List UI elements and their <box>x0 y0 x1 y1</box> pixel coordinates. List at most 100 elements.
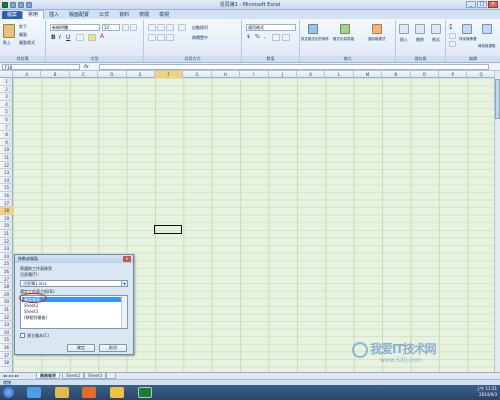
row-header[interactable]: 31 <box>0 306 13 314</box>
internet-explorer-icon[interactable] <box>27 387 41 398</box>
row-header[interactable]: 11 <box>0 154 13 162</box>
underline-icon[interactable]: U <box>66 34 70 41</box>
bold-icon[interactable]: B <box>51 34 56 41</box>
scrollbar-thumb[interactable] <box>495 79 500 119</box>
column-header[interactable]: H <box>212 71 241 78</box>
column-header[interactable]: I <box>240 71 269 78</box>
media-player-icon[interactable] <box>82 387 96 398</box>
row-header[interactable]: 23 <box>0 245 13 253</box>
chrome-icon[interactable] <box>110 387 124 398</box>
undo-icon[interactable] <box>18 2 24 8</box>
row-header[interactable]: 14 <box>0 177 13 185</box>
row-header[interactable]: 37 <box>0 352 13 360</box>
copy-button[interactable]: 複製 <box>19 32 27 38</box>
row-header[interactable]: 13 <box>0 169 13 177</box>
row-header[interactable]: 28 <box>0 283 13 291</box>
grow-font-icon[interactable] <box>122 24 129 31</box>
to-book-select[interactable]: 活頁簿1.xlsx ▾ <box>20 280 128 287</box>
dialog-close-button[interactable]: × <box>123 256 131 262</box>
cut-button[interactable]: 剪下 <box>19 24 27 30</box>
delete-button[interactable]: 刪除 <box>416 37 424 43</box>
row-header[interactable]: 19 <box>0 215 13 223</box>
tab-view[interactable]: 檢視 <box>154 11 174 19</box>
row-header[interactable]: 17 <box>0 200 13 208</box>
row-header[interactable]: 36 <box>0 344 13 352</box>
align-middle-icon[interactable] <box>157 24 165 31</box>
row-header[interactable]: 34 <box>0 329 13 337</box>
column-header[interactable]: A <box>13 71 42 78</box>
font-size-select[interactable]: 12 <box>102 24 120 31</box>
row-header[interactable]: 30 <box>0 298 13 306</box>
tab-file[interactable]: 檔案 <box>2 11 23 19</box>
row-header[interactable]: 27 <box>0 276 13 284</box>
row-header[interactable]: 5 <box>0 108 13 116</box>
column-header[interactable]: K <box>297 71 326 78</box>
row-header[interactable]: 4 <box>0 101 13 109</box>
align-center-icon[interactable] <box>157 34 165 41</box>
number-format-select[interactable]: 通用格式 <box>246 24 296 31</box>
cell-styles-icon[interactable] <box>372 24 382 34</box>
tab-formulas[interactable]: 公式 <box>94 11 114 19</box>
wrap-text-button[interactable]: 自動換列 <box>192 25 208 31</box>
column-header[interactable]: D <box>98 71 127 78</box>
font-color-icon[interactable]: A <box>100 33 104 40</box>
decrease-decimal-icon[interactable] <box>282 34 290 41</box>
conditional-format-button[interactable]: 設定格式化的條件 <box>301 37 329 42</box>
column-header[interactable]: O <box>411 71 439 78</box>
file-explorer-icon[interactable] <box>55 387 69 398</box>
format-button[interactable]: 格式 <box>432 37 440 43</box>
percent-icon[interactable]: % <box>255 34 260 40</box>
find-select-icon[interactable] <box>482 24 492 34</box>
column-header[interactable]: G <box>183 71 212 78</box>
vertical-scrollbar[interactable] <box>494 71 500 372</box>
tab-page-layout[interactable]: 版面配置 <box>64 11 94 19</box>
row-header[interactable]: 7 <box>0 124 13 132</box>
format-painter-button[interactable]: 複製格式 <box>19 40 35 46</box>
row-header[interactable]: 16 <box>0 192 13 200</box>
paste-icon[interactable] <box>3 24 15 38</box>
align-left-icon[interactable] <box>148 34 156 41</box>
row-header[interactable]: 3 <box>0 93 13 101</box>
ok-button[interactable]: 確定 <box>67 344 95 352</box>
row-header[interactable]: 8 <box>0 131 13 139</box>
close-button[interactable]: × <box>488 1 498 8</box>
row-header[interactable]: 33 <box>0 321 13 329</box>
find-select-button[interactable]: 尋找與選取 <box>478 44 496 49</box>
row-header[interactable]: 12 <box>0 162 13 170</box>
column-header[interactable]: L <box>325 71 354 78</box>
increase-decimal-icon[interactable] <box>272 34 280 41</box>
insert-cells-icon[interactable] <box>399 24 409 34</box>
column-header[interactable]: P <box>439 71 468 78</box>
active-cell[interactable] <box>154 225 182 234</box>
column-header[interactable]: F <box>155 71 184 78</box>
row-header[interactable]: 1 <box>0 78 13 86</box>
row-header[interactable]: 24 <box>0 253 13 261</box>
excel-taskbar-icon[interactable] <box>138 387 152 398</box>
row-header[interactable]: 38 <box>0 359 13 367</box>
format-table-button[interactable]: 格式化為表格 <box>333 37 354 42</box>
tab-home[interactable]: 常用 <box>22 10 45 19</box>
list-item[interactable]: Sheet3 <box>22 309 121 314</box>
align-bottom-icon[interactable] <box>166 24 174 31</box>
list-item[interactable]: (移動到最後) <box>22 315 121 320</box>
maximize-button[interactable]: □ <box>477 1 487 8</box>
column-header[interactable]: B <box>41 71 70 78</box>
row-header[interactable]: 20 <box>0 222 13 230</box>
format-cells-icon[interactable] <box>431 24 441 34</box>
conditional-format-icon[interactable] <box>308 24 318 34</box>
orientation-icon[interactable] <box>178 24 186 31</box>
align-right-icon[interactable] <box>166 34 174 41</box>
column-header[interactable]: M <box>354 71 383 78</box>
row-header[interactable]: 15 <box>0 184 13 192</box>
minimize-button[interactable]: _ <box>466 1 476 8</box>
format-table-icon[interactable] <box>340 24 350 34</box>
align-top-icon[interactable] <box>148 24 156 31</box>
sheet-nav-arrows[interactable]: ◂◂ ◂ ▸ ▸▸ <box>3 373 19 378</box>
row-header[interactable]: 18 <box>0 207 13 215</box>
start-button-icon[interactable] <box>3 387 14 398</box>
row-header[interactable]: 29 <box>0 291 13 299</box>
merge-center-button[interactable]: 跨欄置中 <box>192 35 208 41</box>
comma-icon[interactable]: , <box>264 34 266 40</box>
clear-icon[interactable] <box>449 41 456 47</box>
row-header[interactable]: 25 <box>0 260 13 268</box>
